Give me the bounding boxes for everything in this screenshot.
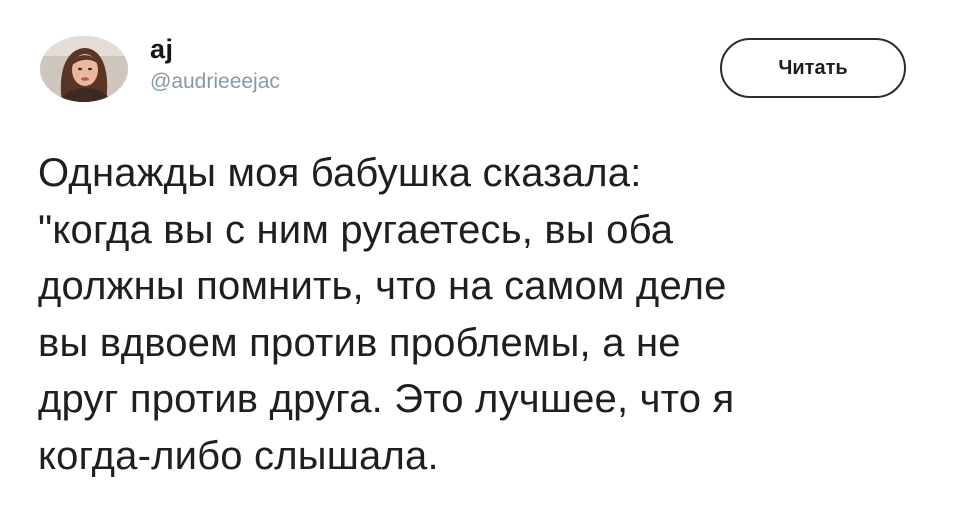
avatar-photo-icon <box>40 36 128 102</box>
user-handle[interactable]: @audrieeejac <box>150 70 280 94</box>
tweet-card: aj @audrieeejac Читать Однажды моя бабуш… <box>0 0 960 509</box>
user-display-name[interactable]: aj <box>150 34 174 65</box>
follow-button[interactable]: Читать <box>720 38 906 98</box>
user-avatar[interactable] <box>40 36 128 102</box>
tweet-text: Однажды моя бабушка сказала: "когда вы с… <box>38 151 735 478</box>
